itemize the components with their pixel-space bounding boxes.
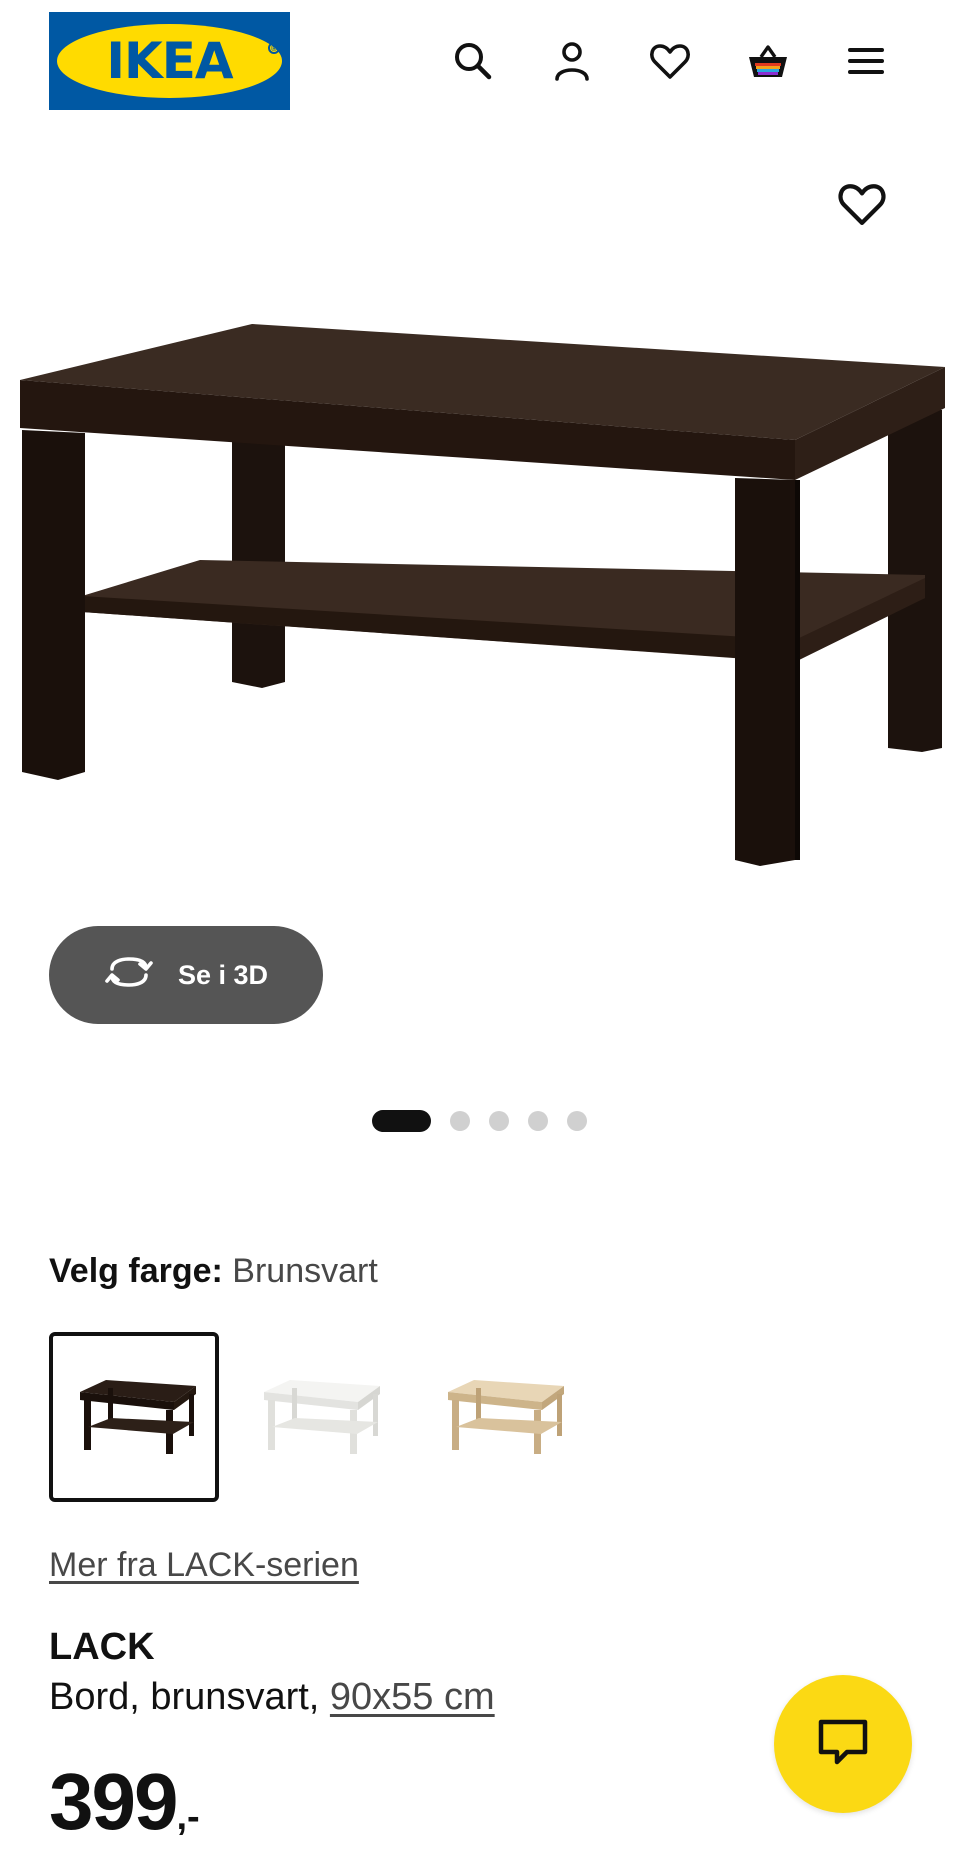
lack-table-image (20, 324, 945, 866)
view-3d-button[interactable]: Se i 3D (49, 926, 323, 1024)
menu-icon[interactable] (836, 31, 896, 91)
top-header: IKEA ® (0, 0, 960, 124)
color-swatch-hvit[interactable] (233, 1332, 403, 1502)
pagination-dot-4[interactable] (528, 1111, 548, 1131)
ikea-logo[interactable]: IKEA ® (49, 12, 290, 110)
product-name: LACK (49, 1626, 155, 1668)
color-swatch-eik[interactable] (417, 1332, 587, 1502)
profile-icon[interactable] (542, 31, 602, 91)
cart-icon[interactable] (738, 31, 798, 91)
price-amount: 399 (49, 1757, 178, 1846)
color-swatch-brunsvart[interactable] (49, 1332, 219, 1502)
pagination-dot-2[interactable] (450, 1111, 470, 1131)
pagination-dot-1[interactable] (372, 1110, 431, 1132)
search-icon[interactable] (443, 31, 503, 91)
selected-color-value: Brunsvart (232, 1252, 378, 1290)
pagination-dot-5[interactable] (567, 1111, 587, 1131)
product-description: Bord, brunsvart, 90x55 cm (49, 1676, 495, 1719)
color-label-prefix: Velg farge: (49, 1252, 223, 1290)
color-selector-label: Velg farge: Brunsvart (49, 1252, 378, 1291)
series-link[interactable]: Mer fra LACK-serien (49, 1546, 359, 1585)
chat-icon (815, 1716, 871, 1773)
gallery-pagination (372, 1110, 587, 1132)
pagination-dot-3[interactable] (489, 1111, 509, 1131)
wishlist-icon[interactable] (640, 31, 700, 91)
view-3d-label: Se i 3D (177, 959, 269, 990)
rotate-3d-icon (104, 955, 154, 996)
logo-text: IKEA (106, 32, 233, 90)
chat-button[interactable] (774, 1675, 912, 1813)
price-suffix: ,- (176, 1796, 200, 1838)
product-dimensions-link[interactable]: 90x55 cm (330, 1676, 495, 1718)
registered-mark: ® (268, 42, 280, 54)
product-price: 399,- (49, 1756, 200, 1848)
product-description-text: Bord, brunsvart, (49, 1676, 320, 1718)
add-to-wishlist-icon[interactable] (836, 178, 888, 230)
